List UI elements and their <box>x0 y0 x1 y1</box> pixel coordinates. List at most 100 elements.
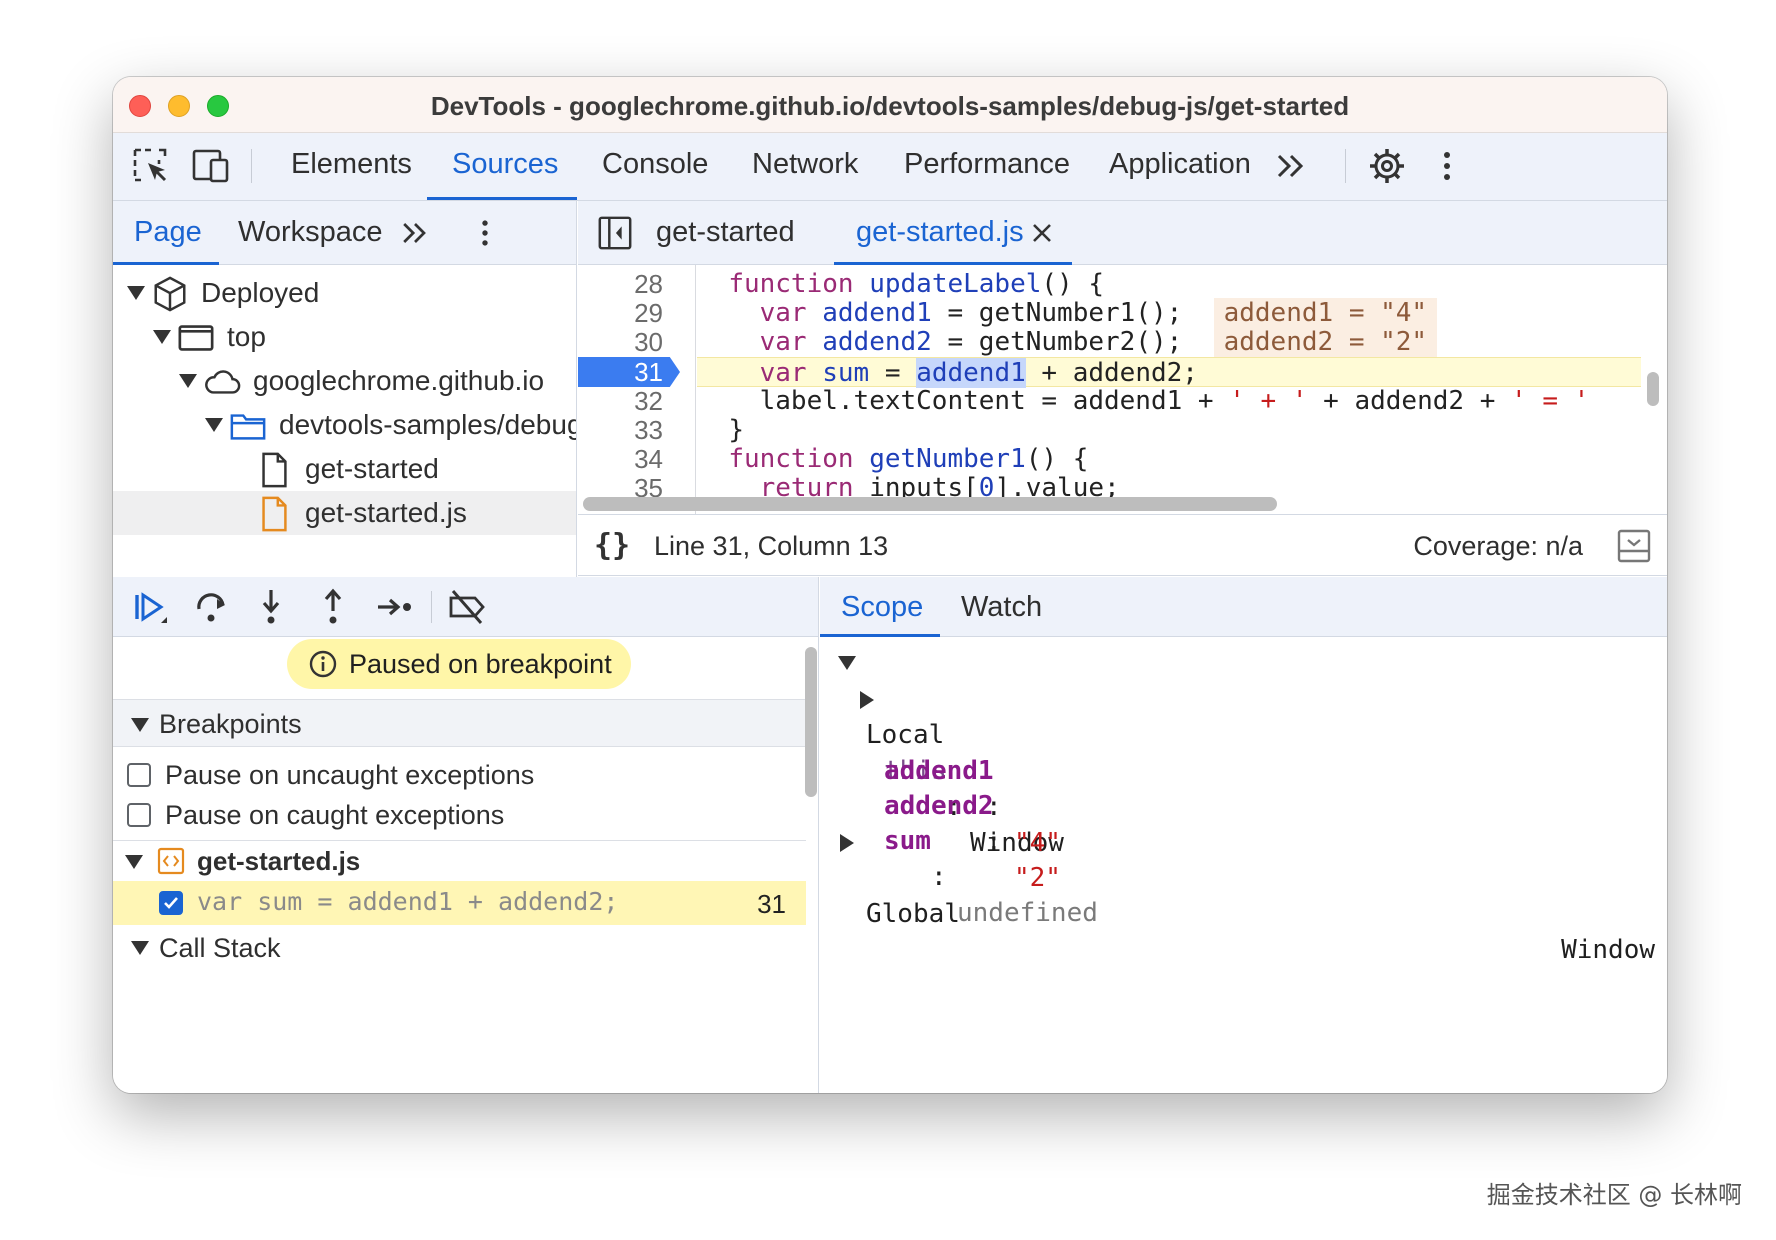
breakpoint-entry[interactable]: var sum = addend1 + addend2; 31 <box>113 881 806 925</box>
navigator-menu-icon[interactable] <box>467 215 503 251</box>
file-icon <box>262 452 287 488</box>
tree-item-label: get-started.js <box>305 497 467 528</box>
toggle-drawer-icon[interactable] <box>1617 529 1651 563</box>
tab-console[interactable]: Console <box>602 148 708 181</box>
line-number[interactable]: 33 <box>634 415 663 445</box>
deactivate-breakpoints-icon[interactable] <box>447 587 487 627</box>
line-number[interactable]: 29 <box>634 298 663 328</box>
collapse-triangle-icon[interactable] <box>205 418 223 432</box>
collapse-triangle-icon[interactable] <box>153 330 171 344</box>
code-string: ' + ' <box>1229 386 1308 416</box>
pretty-print-icon[interactable]: {} <box>594 528 630 563</box>
more-navigator-tabs-icon[interactable] <box>397 215 433 251</box>
scope-this[interactable]: this : Window <box>820 681 1667 858</box>
line-number[interactable]: 28 <box>634 269 663 299</box>
breakpoints-section-header[interactable]: Breakpoints <box>113 699 806 747</box>
collapse-triangle-icon[interactable] <box>838 656 856 670</box>
tab-performance[interactable]: Performance <box>904 148 1070 181</box>
breakpoint-file-name: get-started.js <box>197 846 361 876</box>
line-number-gutter[interactable]: 28 29 30 31 32 33 34 35 <box>578 265 696 529</box>
collapse-triangle-icon[interactable] <box>131 718 149 732</box>
scope-variable[interactable]: addend2 : "2" <box>820 752 1667 893</box>
scope-global[interactable]: Global Window <box>820 824 1667 965</box>
tab-application[interactable]: Application <box>1109 148 1251 181</box>
step-icon[interactable] <box>375 587 415 627</box>
scope-label: Global <box>866 899 960 929</box>
pause-caught-checkbox[interactable] <box>127 803 151 827</box>
debugger-toolbar <box>113 577 819 637</box>
settings-gear-icon[interactable] <box>1367 146 1407 186</box>
tab-scope[interactable]: Scope <box>841 591 923 624</box>
editor-tab-get-started-js[interactable]: get-started.js <box>856 216 1024 249</box>
step-out-icon[interactable] <box>313 587 353 627</box>
kebab-menu-icon[interactable] <box>1427 146 1467 186</box>
code-text: = getNumber1(); <box>931 298 1183 328</box>
expand-triangle-icon[interactable] <box>860 691 874 709</box>
scope-local[interactable]: Local <box>820 645 1667 750</box>
collapse-triangle-icon[interactable] <box>179 374 197 388</box>
debugger-scrollbar[interactable] <box>805 647 817 797</box>
tree-item-origin[interactable]: googlechrome.github.io <box>113 359 576 403</box>
breakpoint-marker[interactable] <box>578 357 680 387</box>
section-title: Breakpoints <box>159 709 302 739</box>
step-over-icon[interactable] <box>191 587 231 627</box>
code-vertical-scrollbar[interactable] <box>1647 372 1659 406</box>
code-text: } <box>728 415 744 445</box>
resume-icon[interactable] <box>131 587 171 627</box>
breakpoint-line-number: 31 <box>757 889 786 919</box>
inline-value: addend1 = "4" <box>1213 298 1438 328</box>
line-number[interactable]: 30 <box>634 327 663 357</box>
tree-item-label: top <box>227 321 266 352</box>
code-horizontal-scrollbar[interactable] <box>583 497 1277 511</box>
code-line-paused: var sum = addend1 + addend2; <box>697 357 1641 388</box>
call-stack-section-header[interactable]: Call Stack <box>113 927 806 971</box>
tab-network[interactable]: Network <box>752 148 858 181</box>
tab-sources[interactable]: Sources <box>452 148 558 181</box>
code-line: label.textContent = addend1 + ' + ' + ad… <box>697 386 1641 416</box>
step-into-icon[interactable] <box>251 587 291 627</box>
code-keyword: var <box>759 358 807 388</box>
pause-caught-option[interactable]: Pause on caught exceptions <box>113 795 806 835</box>
pause-uncaught-option[interactable]: Pause on uncaught exceptions <box>113 755 806 795</box>
tree-item-deployed[interactable]: Deployed <box>113 271 576 315</box>
scope-variable[interactable]: sum : undefined <box>820 787 1667 928</box>
scope-tabs: Scope Watch <box>820 577 1667 637</box>
editor-tabs: get-started get-started.js <box>578 201 1667 265</box>
device-toolbar-icon[interactable] <box>191 146 231 186</box>
tree-item-file[interactable]: get-started <box>113 447 576 491</box>
js-file-icon <box>157 847 185 875</box>
coverage-status[interactable]: Coverage: n/a <box>1413 531 1583 562</box>
tree-item-top[interactable]: top <box>113 315 576 359</box>
collapse-triangle-icon[interactable] <box>125 855 143 869</box>
more-tabs-icon[interactable] <box>1271 146 1311 186</box>
code-editor[interactable]: function updateLabel() { var addend1 = g… <box>697 265 1641 529</box>
code-function-name: getNumber1 <box>869 444 1026 474</box>
tree-item-js-file[interactable]: get-started.js <box>113 491 576 535</box>
inspect-element-icon[interactable] <box>131 146 171 186</box>
pause-uncaught-checkbox[interactable] <box>127 763 151 787</box>
line-number[interactable]: 34 <box>634 444 663 474</box>
collapse-triangle-icon[interactable] <box>131 941 149 955</box>
tab-page[interactable]: Page <box>134 216 202 249</box>
code-text: label.textContent = addend1 + <box>759 386 1230 416</box>
paused-banner: Paused on breakpoint <box>287 639 631 689</box>
js-file-icon <box>262 496 287 532</box>
cursor-position: Line 31, Column 13 <box>654 531 889 561</box>
expand-triangle-icon[interactable] <box>840 834 854 852</box>
tree-item-label: googlechrome.github.io <box>253 365 545 396</box>
editor-tab-get-started[interactable]: get-started <box>656 216 795 249</box>
line-number-active[interactable]: 31 <box>634 357 663 387</box>
tree-item-folder[interactable]: devtools-samples/debug-js <box>113 403 576 447</box>
tab-workspace[interactable]: Workspace <box>238 216 383 249</box>
breakpoint-file-row[interactable]: get-started.js <box>113 841 806 881</box>
toolbar-separator <box>251 149 252 183</box>
breakpoint-checkbox[interactable] <box>159 891 183 915</box>
close-tab-icon[interactable] <box>1030 221 1054 245</box>
tab-elements[interactable]: Elements <box>291 148 412 181</box>
toggle-navigator-icon[interactable] <box>596 214 634 252</box>
scope-variable[interactable]: addend1 : "4" <box>820 717 1667 858</box>
option-label: Pause on uncaught exceptions <box>165 760 535 790</box>
tab-watch[interactable]: Watch <box>961 591 1042 624</box>
collapse-triangle-icon[interactable] <box>127 286 145 300</box>
line-number[interactable]: 32 <box>634 386 663 416</box>
